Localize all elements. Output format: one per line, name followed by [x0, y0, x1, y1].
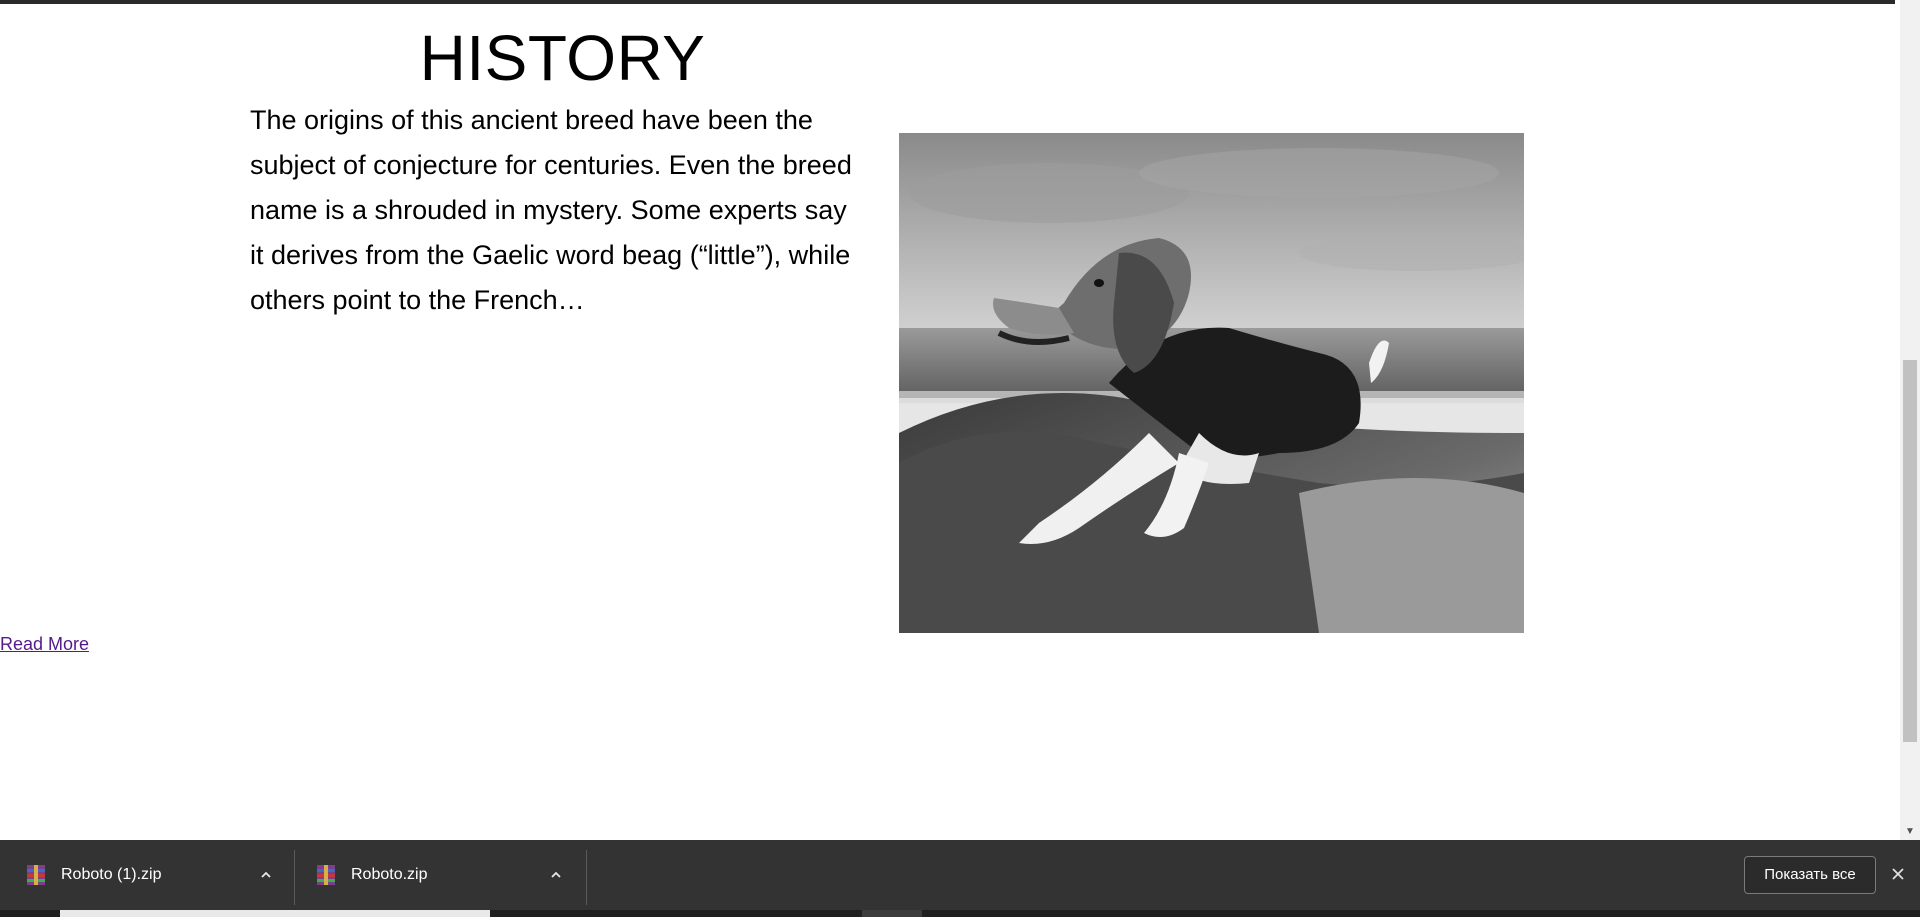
taskbar-edge	[0, 910, 1920, 917]
history-title: HISTORY	[419, 22, 706, 94]
beagle-photo	[899, 133, 1524, 633]
download-shelf: Roboto (1).zip Roboto.zip Показать все	[0, 840, 1920, 917]
chevron-up-icon[interactable]	[259, 868, 273, 882]
download-separator	[586, 850, 587, 905]
taskbar-segment	[862, 910, 922, 917]
scrollbar-thumb[interactable]	[1903, 360, 1917, 742]
vertical-scrollbar[interactable]: ▼	[1900, 0, 1920, 840]
page-viewport: HISTORY The origins of this ancient bree…	[0, 0, 1900, 840]
winrar-archive-icon	[317, 865, 335, 885]
taskbar-active-segment	[60, 910, 490, 917]
show-all-downloads-button[interactable]: Показать все	[1744, 856, 1876, 894]
download-item[interactable]: Roboto (1).zip	[0, 840, 294, 910]
scroll-down-arrow-icon[interactable]: ▼	[1904, 826, 1916, 838]
download-filename: Roboto.zip	[351, 866, 428, 883]
close-icon[interactable]	[1888, 864, 1908, 884]
chevron-up-icon[interactable]	[549, 868, 563, 882]
download-filename: Roboto (1).zip	[61, 866, 162, 883]
download-item[interactable]: Roboto.zip	[290, 840, 584, 910]
history-paragraph: The origins of this ancient breed have b…	[250, 105, 852, 315]
read-more-link[interactable]: Read More	[0, 634, 89, 655]
winrar-archive-icon	[27, 865, 45, 885]
top-image-edge	[0, 0, 1895, 4]
